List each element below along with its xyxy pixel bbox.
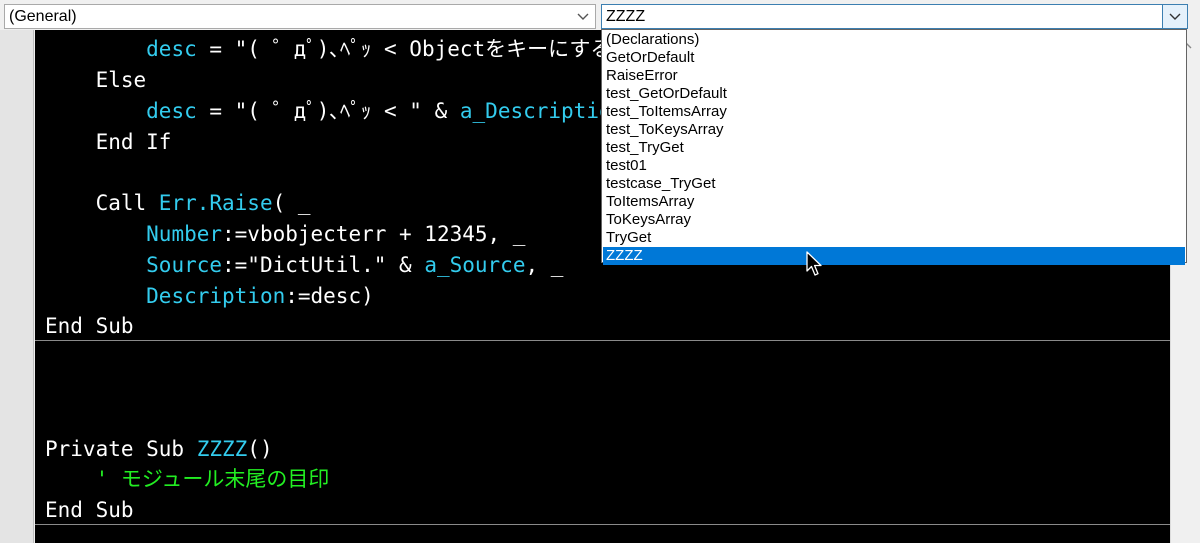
identifier: desc — [146, 99, 197, 123]
dropdown-item[interactable]: testcase_TryGet — [603, 175, 1185, 193]
margin-indicator-bar[interactable] — [0, 30, 34, 543]
identifier: Source — [146, 253, 223, 277]
procedure-separator — [35, 340, 1170, 341]
code-line: End Sub — [45, 495, 134, 526]
chevron-down-icon[interactable] — [1162, 5, 1187, 28]
procedure-combobox-value: ZZZZ — [606, 8, 646, 25]
keyword: End Sub — [45, 498, 134, 522]
code-line: desc = "( ゜дﾟ)､ﾍﾟｯ < " & a_Description — [146, 99, 625, 123]
keyword: Private Sub — [45, 437, 197, 461]
dropdown-item[interactable]: RaiseError — [603, 67, 1185, 85]
identifier: Number — [146, 222, 223, 246]
code-line: End If — [45, 127, 172, 158]
object-combobox-value: (General) — [9, 8, 77, 25]
identifier: desc — [146, 37, 197, 61]
code-line: Call Err.Raise( _ — [95, 191, 311, 215]
code-line: Source:="DictUtil." & a_Source, _ — [146, 253, 564, 277]
chevron-down-icon[interactable] — [571, 5, 595, 28]
code-line: Else — [45, 65, 147, 96]
dropdown-item[interactable]: test_GetOrDefault — [603, 85, 1185, 103]
dropdown-item[interactable]: ToKeysArray — [603, 211, 1185, 229]
object-combobox[interactable]: (General) — [4, 4, 596, 29]
identifier: a_Source — [424, 253, 526, 277]
identifier: ZZZZ — [196, 437, 248, 461]
identifier: Err.Raise — [158, 191, 273, 215]
keyword: End Sub — [45, 314, 134, 338]
dropdown-item[interactable]: (Declarations) — [603, 31, 1185, 49]
procedure-separator — [35, 524, 1170, 525]
dropdown-item-selected[interactable]: ZZZZ — [603, 247, 1185, 265]
procedure-dropdown-list[interactable]: (Declarations) GetOrDefault RaiseError t… — [601, 29, 1187, 265]
code-line: ' モジュール末尾の目印 — [45, 464, 330, 495]
dropdown-item[interactable]: TryGet — [603, 229, 1185, 247]
dropdown-item[interactable]: ToItemsArray — [603, 193, 1185, 211]
dropdown-item[interactable]: test_TryGet — [603, 139, 1185, 157]
dropdown-item[interactable]: test_ToKeysArray — [603, 121, 1185, 139]
comment: ' モジュール末尾の目印 — [95, 467, 330, 491]
keyword: Else — [95, 68, 147, 92]
identifier: Description — [146, 284, 286, 308]
dropdown-item[interactable]: test_ToItemsArray — [603, 103, 1185, 121]
mouse-pointer-icon — [806, 251, 824, 281]
code-line: Description:=desc) — [146, 284, 374, 308]
keyword: Call — [95, 191, 159, 215]
dropdown-item[interactable]: test01 — [603, 157, 1185, 175]
procedure-combobox[interactable]: ZZZZ — [601, 4, 1188, 29]
keyword: End If — [95, 130, 172, 154]
identifier: a_Description — [459, 99, 625, 123]
code-line: desc = "( ゜дﾟ)､ﾍﾟｯ < Objectをキーにする — [146, 37, 612, 61]
code-line: End Sub — [45, 311, 134, 342]
code-line: Private Sub ZZZZ() — [45, 437, 273, 461]
code-line: Number:=vbobjecterr + 12345, _ — [146, 222, 526, 246]
dropdown-item[interactable]: GetOrDefault — [603, 49, 1185, 67]
